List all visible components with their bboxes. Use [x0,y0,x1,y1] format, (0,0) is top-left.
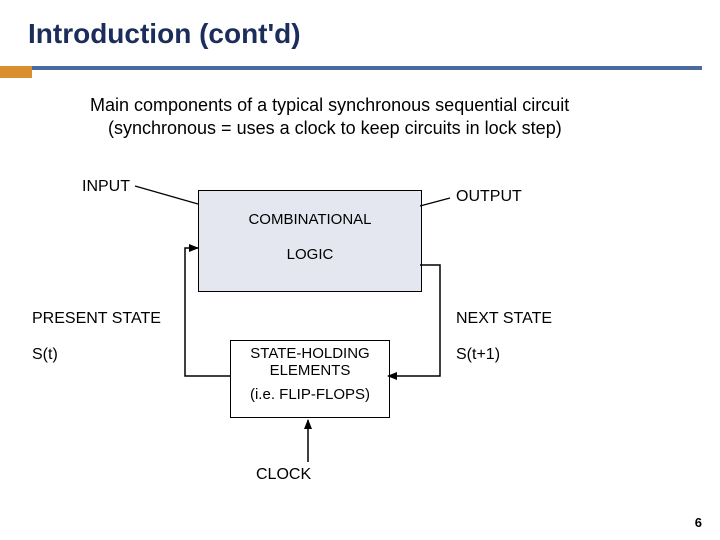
label-input: INPUT [82,178,130,196]
box-comb-line2: LOGIC [199,228,421,263]
slide-title: Introduction (cont'd) [28,18,301,50]
label-next-state: NEXT STATE [456,310,552,328]
accent-bar [0,66,32,78]
label-output: OUTPUT [456,188,522,206]
label-clock: CLOCK [256,466,311,484]
box-sh-line1: STATE-HOLDING ELEMENTS [231,341,389,380]
box-comb-line1: COMBINATIONAL [199,191,421,228]
label-st: S(t) [32,346,58,364]
description-line2: (synchronous = uses a clock to keep circ… [90,117,650,140]
box-state-holding: STATE-HOLDING ELEMENTS (i.e. FLIP-FLOPS) [230,340,390,418]
title-divider [32,66,702,70]
label-present-state: PRESENT STATE [32,310,161,328]
description-line1: Main components of a typical synchronous… [90,94,650,117]
box-combinational-logic: COMBINATIONAL LOGIC [198,190,422,292]
page-number: 6 [695,515,702,530]
description: Main components of a typical synchronous… [90,94,650,141]
box-sh-line2: (i.e. FLIP-FLOPS) [231,380,389,403]
label-st1: S(t+1) [456,346,500,364]
